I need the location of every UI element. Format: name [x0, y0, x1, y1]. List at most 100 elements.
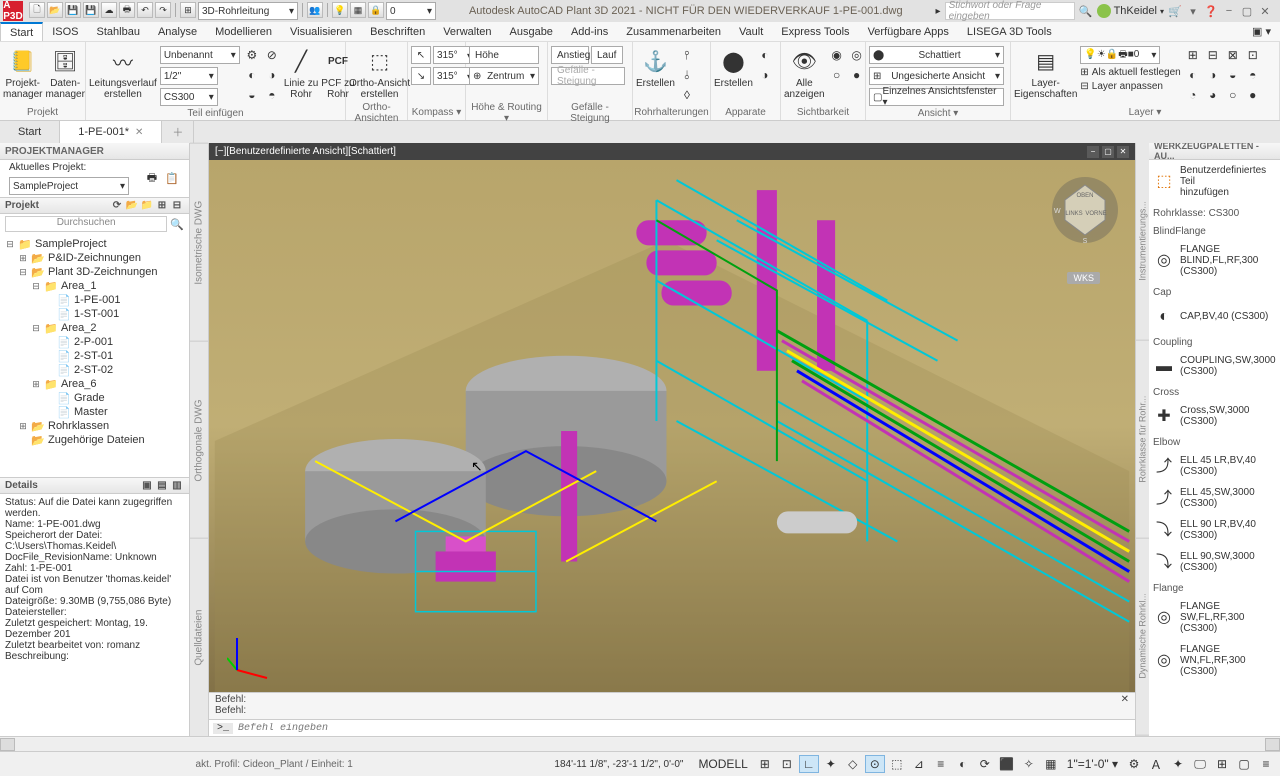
- pm-i2-icon[interactable]: 📂: [125, 199, 139, 213]
- vis-2-icon[interactable]: ◎: [848, 46, 866, 64]
- layer-make-current[interactable]: Als aktuell festlegen: [1092, 67, 1181, 78]
- qat-saveas-icon[interactable]: 💾: [83, 2, 99, 18]
- command-input[interactable]: [238, 723, 1131, 734]
- fitting-2-icon[interactable]: ⊘: [263, 46, 281, 64]
- pm-search-input[interactable]: Durchsuchen: [5, 216, 167, 232]
- fitting-4-icon[interactable]: ◑: [263, 66, 281, 84]
- tp-item-cap[interactable]: ◐CAP,BV,40 (CS300): [1149, 300, 1280, 332]
- ribbon-tab-stahlbau[interactable]: Stahlbau: [88, 22, 149, 41]
- layer-adjust-icon[interactable]: ⊟: [1080, 81, 1088, 92]
- anstieg-box[interactable]: Anstieg: [551, 46, 589, 64]
- sb-units-icon[interactable]: 1"=1'-0" ▾: [1063, 755, 1122, 773]
- tp-custom-part[interactable]: ⬚Benutzerdefiniertes Teil hinzufügen: [1149, 160, 1280, 203]
- pm-d3-icon[interactable]: ▥: [170, 478, 184, 492]
- support-create-button[interactable]: ⚓Erstellen: [636, 46, 675, 89]
- tree-item[interactable]: 📄2-ST-02: [5, 363, 184, 377]
- tp-item-coup[interactable]: ▬COUPLING,SW,3000 (CS300): [1149, 350, 1280, 382]
- tp-item-e3[interactable]: ⤵ELL 90 LR,BV,40 (CS300): [1149, 514, 1280, 546]
- ribbon-tab-lisega-3d-tools[interactable]: LISEGA 3D Tools: [958, 22, 1061, 41]
- layer-t7-icon[interactable]: ◒: [1224, 66, 1242, 84]
- model-viewport[interactable]: OBEN LINKS VORNE S W WKS ↖: [209, 160, 1135, 692]
- tp-item-f2[interactable]: ◎FLANGE WN,FL,RF,300 (CS300): [1149, 639, 1280, 682]
- vp-close-icon[interactable]: ✕: [1117, 146, 1129, 158]
- tp-item-blind[interactable]: ◎FLANGE BLIND,FL,RF,300 (CS300): [1149, 239, 1280, 282]
- qat-num-combo[interactable]: 0▾: [386, 2, 436, 20]
- tree-item[interactable]: 📄2-ST-01: [5, 349, 184, 363]
- visual-style-combo[interactable]: ⬤Schattiert▾: [869, 46, 1004, 64]
- sb-model-button[interactable]: MODELL: [693, 755, 752, 773]
- equip-2-icon[interactable]: ◑: [756, 66, 774, 84]
- qat-undo-icon[interactable]: ↶: [137, 2, 153, 18]
- line-to-pipe-button[interactable]: ╱Linie zu Rohr: [284, 46, 318, 100]
- ribbon-tab-isos[interactable]: ISOS: [43, 22, 87, 41]
- palette-tab[interactable]: Dynamische Rohrkl...: [1136, 538, 1149, 736]
- pm-i3-icon[interactable]: 📁: [140, 199, 154, 213]
- ribbon-tab-express-tools[interactable]: Express Tools: [772, 22, 858, 41]
- pm-i5-icon[interactable]: ⊟: [170, 199, 184, 213]
- route-pipe-button[interactable]: 〰Leitungsverlauf erstellen: [89, 46, 157, 100]
- sb-3d-icon[interactable]: ⬛: [997, 755, 1017, 773]
- hoehe-button[interactable]: Höhe: [469, 46, 539, 64]
- layer-t5-icon[interactable]: ◐: [1184, 66, 1202, 84]
- ribbon-tab-start[interactable]: Start: [0, 22, 43, 41]
- fitting-1-icon[interactable]: ⚙: [243, 46, 261, 64]
- vp-side-tab[interactable]: Quelldateien: [190, 538, 208, 736]
- tp-item-f1[interactable]: ◎FLANGE SW,FL,RF,300 (CS300): [1149, 596, 1280, 639]
- view-combo[interactable]: ⊞Ungesicherte Ansicht▾: [869, 67, 1004, 85]
- sb-grid-icon[interactable]: ⊞: [755, 755, 775, 773]
- minimize-icon[interactable]: −: [1222, 4, 1236, 18]
- layer-t8-icon[interactable]: ◓: [1244, 66, 1262, 84]
- ribbon-tab-ausgabe[interactable]: Ausgabe: [501, 22, 562, 41]
- vp-max-icon[interactable]: ▢: [1102, 146, 1114, 158]
- vp-side-tab[interactable]: Isometrische DWG: [190, 143, 208, 341]
- qat-lock-icon[interactable]: 🔒: [368, 2, 384, 18]
- tree-item[interactable]: 📄1-PE-001: [5, 293, 184, 307]
- pm-print-icon[interactable]: 🖶: [144, 171, 160, 187]
- project-manager-button[interactable]: 📒Projekt- manager: [3, 46, 42, 100]
- layer-t6-icon[interactable]: ◑: [1204, 66, 1222, 84]
- layer-t10-icon[interactable]: ◕: [1204, 86, 1222, 104]
- sb-monitor-icon[interactable]: 🖵: [1190, 755, 1210, 773]
- sb-qp-icon[interactable]: ▦: [1041, 755, 1061, 773]
- data-manager-button[interactable]: 🗄Daten- manager: [45, 46, 84, 100]
- fitting-5-icon[interactable]: ◒: [243, 86, 261, 104]
- lauf-box[interactable]: Lauf: [591, 46, 623, 64]
- pm-i1-icon[interactable]: ⟳: [110, 199, 124, 213]
- tree-item[interactable]: 📄Master: [5, 405, 184, 419]
- layer-t3-icon[interactable]: ⊠: [1224, 46, 1242, 64]
- qat-print-icon[interactable]: 🖶: [119, 2, 135, 18]
- layer-props-button[interactable]: ▤Layer- Eigenschaften: [1014, 46, 1077, 100]
- sb-hw-icon[interactable]: ⊞: [1212, 755, 1232, 773]
- vis-4-icon[interactable]: ○: [828, 66, 846, 84]
- layer-t2-icon[interactable]: ⊟: [1204, 46, 1222, 64]
- equip-1-icon[interactable]: ◐: [756, 46, 774, 64]
- ribbon-tab-vault[interactable]: Vault: [730, 22, 772, 41]
- sb-cycle-icon[interactable]: ⟳: [975, 755, 995, 773]
- qat-redo-icon[interactable]: ↷: [155, 2, 171, 18]
- qat-cloud-icon[interactable]: ☁: [101, 2, 117, 18]
- sb-iso-icon[interactable]: ◇: [843, 755, 863, 773]
- tp-item-e1[interactable]: ⤴ELL 45 LR,BV,40 (CS300): [1149, 450, 1280, 482]
- cmd-close-icon[interactable]: ✕: [1121, 694, 1129, 705]
- ribbon-tab-verwalten[interactable]: Verwalten: [434, 22, 500, 41]
- tab-new-button[interactable]: ＋: [162, 121, 194, 143]
- spec-combo-1[interactable]: Unbenannt▾: [160, 46, 240, 64]
- qat-share-icon[interactable]: 👥: [307, 2, 323, 18]
- ribbon-tab-modellieren[interactable]: Modellieren: [206, 22, 281, 41]
- pm-copy-icon[interactable]: 📋: [164, 171, 180, 187]
- help-icon[interactable]: ❓: [1204, 4, 1218, 18]
- palette-tab[interactable]: Rohrklasse für Rohr...: [1136, 341, 1149, 539]
- qat-save-icon[interactable]: 💾: [65, 2, 81, 18]
- tree-item[interactable]: 📄Grade: [5, 391, 184, 405]
- tree-item[interactable]: 📂Zugehörige Dateien: [5, 433, 184, 447]
- compass-up-button[interactable]: ↖: [411, 46, 431, 64]
- signin-icon[interactable]: 🔍: [1079, 4, 1093, 18]
- tree-item[interactable]: ⊟📁SampleProject: [5, 237, 184, 251]
- infocenter-icon[interactable]: ▾: [1186, 4, 1200, 18]
- sb-osnap-icon[interactable]: ⊙: [865, 755, 885, 773]
- vis-1-icon[interactable]: ◉: [828, 46, 846, 64]
- sb-ws-icon[interactable]: ✦: [1168, 755, 1188, 773]
- sb-snap-icon[interactable]: ⊡: [777, 755, 797, 773]
- ribbon-tab-beschriften[interactable]: Beschriften: [361, 22, 434, 41]
- maximize-icon[interactable]: ▢: [1240, 4, 1254, 18]
